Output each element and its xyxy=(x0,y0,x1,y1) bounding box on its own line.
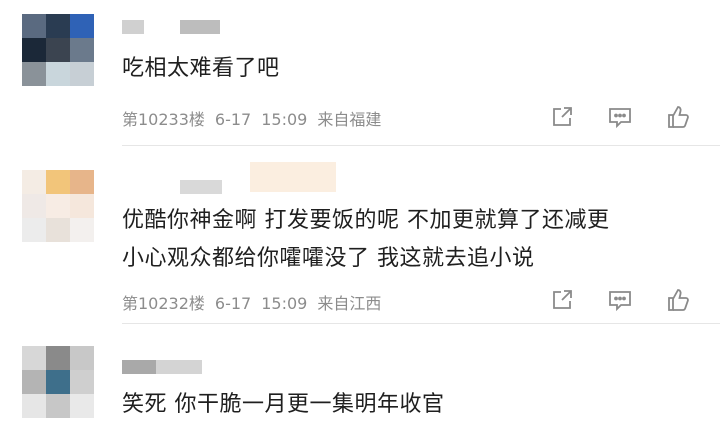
comment-time: 15:09 xyxy=(261,110,308,129)
avatar-tile xyxy=(70,38,94,62)
avatar-tile xyxy=(22,218,46,242)
comment-item: 优酷你神金啊 打发要饭的呢 不加更就算了还减更 小心观众都给你嚯嚯没了 我这就去… xyxy=(0,146,720,324)
avatar-tile xyxy=(46,170,70,194)
avatar[interactable] xyxy=(22,14,94,86)
username-redacted[interactable] xyxy=(156,360,202,374)
comment-location: 来自福建 xyxy=(317,110,382,129)
comment-item: 吃相太难看了吧 第10233楼 6-17 15:09 来自福建 xyxy=(0,0,720,146)
username-redacted[interactable] xyxy=(250,162,336,192)
avatar-tile xyxy=(70,370,94,394)
like-icon[interactable] xyxy=(664,286,692,314)
avatar-tile xyxy=(46,370,70,394)
avatar-tile xyxy=(70,394,94,418)
avatar-tile xyxy=(46,38,70,62)
reply-icon[interactable] xyxy=(606,286,634,314)
avatar-tile xyxy=(70,194,94,218)
avatar[interactable] xyxy=(22,346,94,418)
comment-text: 笑死 你干脆一月更一集明年收官 xyxy=(122,392,445,417)
comment-item: 笑死 你干脆一月更一集明年收官 xyxy=(0,324,720,438)
username-redacted[interactable] xyxy=(122,360,156,374)
avatar-tile xyxy=(46,346,70,370)
reply-icon[interactable] xyxy=(606,103,634,131)
avatar-tile xyxy=(46,394,70,418)
comment-location: 来自江西 xyxy=(317,294,382,313)
username-redacted[interactable] xyxy=(122,20,144,34)
floor-number: 第10233楼 xyxy=(122,110,205,129)
floor-number: 第10232楼 xyxy=(122,294,205,313)
avatar-tile xyxy=(22,170,46,194)
avatar-tile xyxy=(70,218,94,242)
avatar-tile xyxy=(46,14,70,38)
avatar-tile xyxy=(70,14,94,38)
avatar-tile xyxy=(46,218,70,242)
share-icon[interactable] xyxy=(548,286,576,314)
avatar-tile xyxy=(70,62,94,86)
comment-meta: 第10233楼 6-17 15:09 来自福建 xyxy=(122,106,391,130)
comment-text: 吃相太难看了吧 xyxy=(122,56,280,81)
comment-date: 6-17 xyxy=(214,294,252,313)
comment-meta: 第10232楼 6-17 15:09 来自江西 xyxy=(122,290,391,314)
avatar-tile xyxy=(22,370,46,394)
username-redacted[interactable] xyxy=(180,20,220,34)
username-redacted[interactable] xyxy=(180,180,222,194)
like-icon[interactable] xyxy=(664,103,692,131)
avatar-tile xyxy=(46,62,70,86)
avatar-tile xyxy=(22,38,46,62)
avatar-tile xyxy=(70,170,94,194)
avatar-tile xyxy=(22,346,46,370)
avatar-tile xyxy=(22,394,46,418)
avatar-tile xyxy=(70,346,94,370)
comment-time: 15:09 xyxy=(261,294,308,313)
avatar-tile xyxy=(22,62,46,86)
comment-date: 6-17 xyxy=(214,110,252,129)
avatar-tile xyxy=(22,14,46,38)
avatar-tile xyxy=(46,194,70,218)
share-icon[interactable] xyxy=(548,103,576,131)
avatar[interactable] xyxy=(22,170,94,242)
comment-text: 优酷你神金啊 打发要饭的呢 不加更就算了还减更 小心观众都给你嚯嚯没了 我这就去… xyxy=(122,208,610,271)
avatar-tile xyxy=(22,194,46,218)
